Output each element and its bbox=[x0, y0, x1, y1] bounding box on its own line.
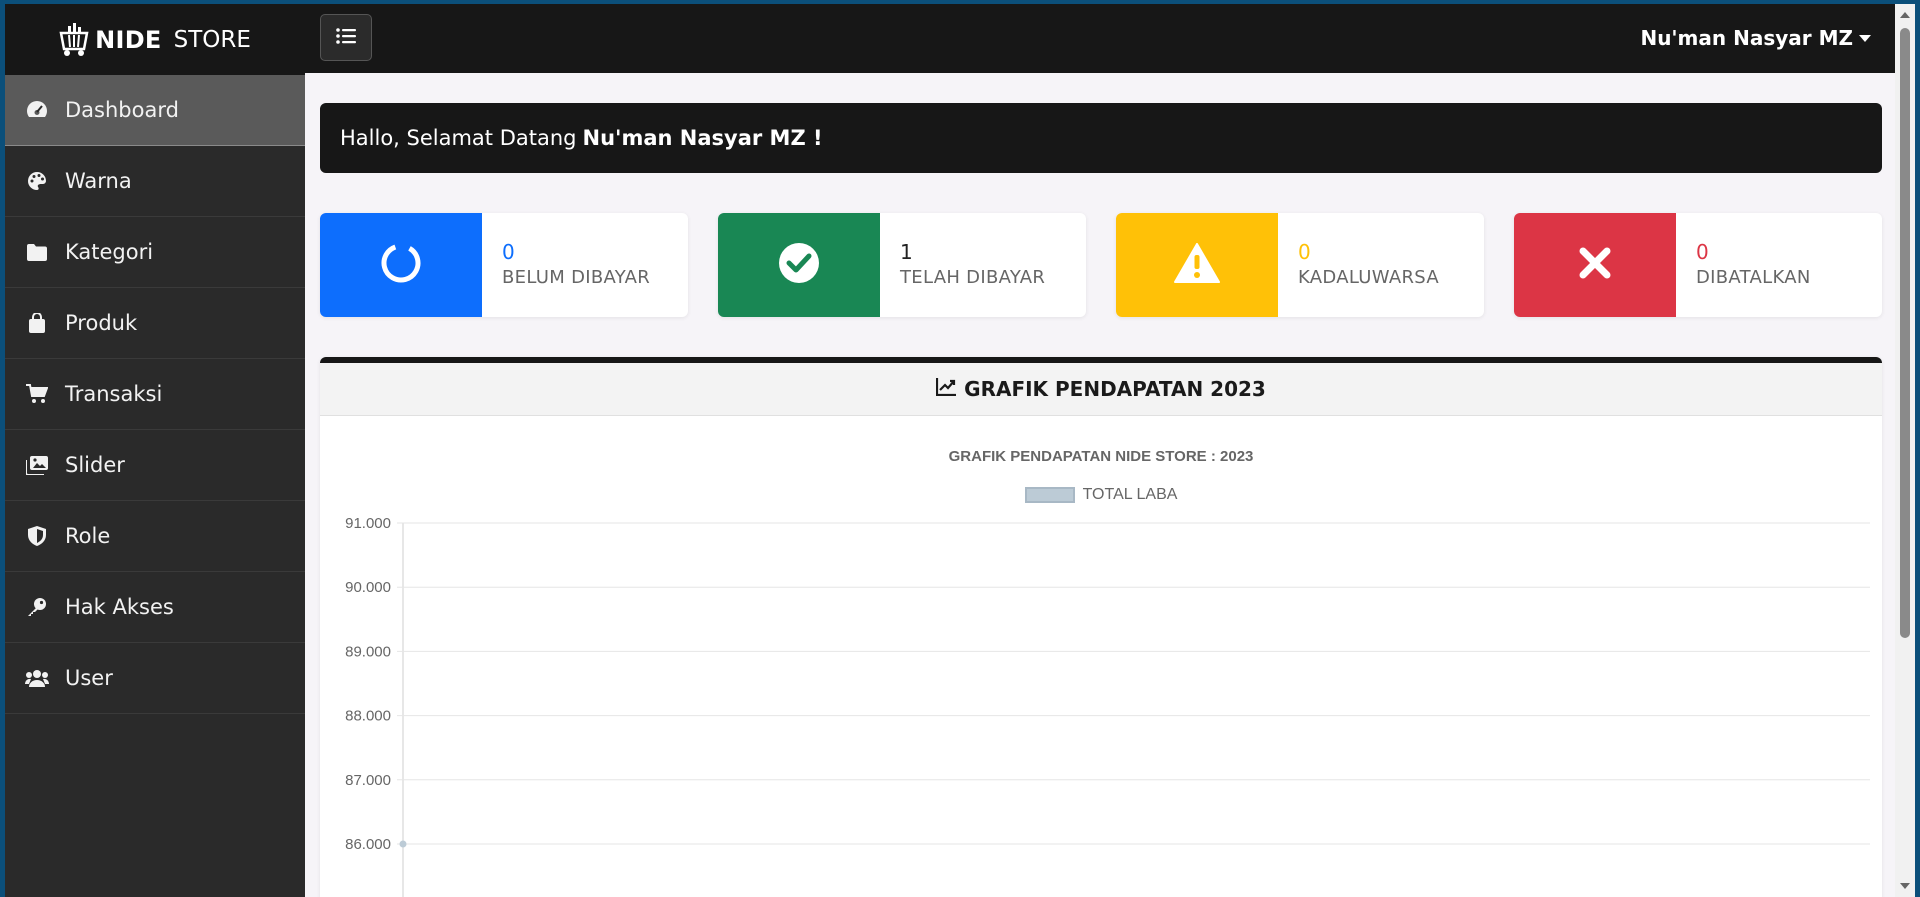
cart-icon bbox=[23, 382, 51, 406]
card-label: DIBATALKAN bbox=[1696, 267, 1811, 288]
brand-name-strong: NIDE bbox=[95, 25, 162, 54]
sidebar-item-label: Transaksi bbox=[65, 382, 163, 406]
user-dropdown[interactable]: Nu'man Nasyar MZ bbox=[1640, 26, 1871, 50]
sidebar-item-label: Hak Akses bbox=[65, 595, 174, 619]
welcome-user-name: Nu'man Nasyar MZ ! bbox=[582, 126, 823, 150]
sidebar-item-hak-akses[interactable]: Hak Akses bbox=[5, 572, 305, 643]
line-chart-icon bbox=[936, 377, 957, 401]
card-label: TELAH DIBAYAR bbox=[900, 267, 1046, 288]
sidebar-toggle-button[interactable] bbox=[320, 14, 372, 61]
scroll-thumb[interactable] bbox=[1900, 28, 1910, 638]
warning-icon bbox=[1174, 243, 1220, 287]
scroll-down-icon[interactable] bbox=[1900, 883, 1910, 889]
sidebar-item-role[interactable]: Role bbox=[5, 501, 305, 572]
panel-header: GRAFIK PENDAPATAN 2023 bbox=[320, 363, 1882, 416]
y-tick-label: 88.000 bbox=[345, 708, 391, 725]
sidebar-item-label: Kategori bbox=[65, 240, 154, 264]
users-icon bbox=[23, 666, 51, 690]
sidebar-item-label: Warna bbox=[65, 169, 132, 193]
scroll-up-icon[interactable] bbox=[1900, 12, 1910, 18]
card-dibatalkan[interactable]: 0 DIBATALKAN bbox=[1514, 213, 1882, 317]
chart-legend[interactable]: TOTAL LABA bbox=[320, 486, 1882, 504]
shield-icon bbox=[23, 524, 51, 548]
card-belum-dibayar[interactable]: 0 BELUM DIBAYAR bbox=[320, 213, 688, 317]
card-icon-box bbox=[718, 213, 880, 317]
basket-logo-icon bbox=[59, 22, 89, 57]
sidebar-item-slider[interactable]: Slider bbox=[5, 430, 305, 501]
income-chart-panel: GRAFIK PENDAPATAN 2023 91.000 90.000 89.00… bbox=[320, 357, 1882, 897]
caret-down-icon bbox=[1859, 34, 1871, 42]
key-icon bbox=[23, 595, 51, 619]
card-count: 1 bbox=[900, 240, 913, 264]
brand-name-light: STORE bbox=[173, 26, 251, 53]
y-tick-label: 89.000 bbox=[345, 643, 391, 660]
chart-area: 91.00090.00089.00088.00087.00086.00085.0… bbox=[320, 416, 1882, 897]
page-scrollbar[interactable] bbox=[1895, 4, 1915, 897]
card-label: KADALUWARSA bbox=[1298, 267, 1439, 288]
sidebar-item-produk[interactable]: Produk bbox=[5, 288, 305, 359]
y-tick-label: 91.000 bbox=[345, 515, 391, 532]
check-circle-icon bbox=[778, 242, 820, 288]
card-count: 0 bbox=[502, 240, 515, 264]
palette-icon bbox=[23, 169, 51, 193]
sidebar-item-label: Slider bbox=[65, 453, 125, 477]
card-icon-box bbox=[320, 213, 482, 317]
spinner-icon bbox=[380, 242, 422, 288]
y-tick-label: 87.000 bbox=[345, 772, 391, 789]
brand-logo[interactable]: NIDE STORE bbox=[5, 4, 305, 75]
user-name: Nu'man Nasyar MZ bbox=[1640, 26, 1853, 50]
sidebar-item-kategori[interactable]: Kategori bbox=[5, 217, 305, 288]
card-label: BELUM DIBAYAR bbox=[502, 267, 651, 288]
folder-icon bbox=[23, 240, 51, 264]
sidebar-item-transaksi[interactable]: Transaksi bbox=[5, 359, 305, 430]
card-count: 0 bbox=[1298, 240, 1311, 264]
times-icon bbox=[1579, 247, 1611, 283]
welcome-banner: Hallo, Selamat Datang Nu'man Nasyar MZ ! bbox=[320, 103, 1882, 173]
card-icon-box bbox=[1514, 213, 1676, 317]
legend-label: TOTAL LABA bbox=[1082, 486, 1178, 503]
list-icon bbox=[336, 27, 356, 48]
sidebar-item-label: Dashboard bbox=[65, 98, 179, 122]
sidebar-item-warna[interactable]: Warna bbox=[5, 146, 305, 217]
images-icon bbox=[23, 453, 51, 477]
status-cards: 0 BELUM DIBAYAR 1 TELAH DIBAYAR 0 KADALU… bbox=[320, 213, 1882, 317]
panel-title: GRAFIK PENDAPATAN 2023 bbox=[964, 377, 1266, 401]
sidebar-item-label: Role bbox=[65, 524, 111, 548]
data-point[interactable] bbox=[399, 840, 407, 848]
sidebar-item-dashboard[interactable]: Dashboard bbox=[5, 75, 305, 146]
sidebar-item-user[interactable]: User bbox=[5, 643, 305, 714]
chart-title: GRAFIK PENDAPATAN NIDE STORE : 2023 bbox=[948, 448, 1254, 465]
topbar: Nu'man Nasyar MZ bbox=[305, 4, 1915, 73]
y-tick-label: 86.000 bbox=[345, 836, 391, 853]
app-window: NIDE STORE Dashboard Warna Kategori Prod… bbox=[5, 4, 1915, 897]
legend-swatch bbox=[1024, 487, 1075, 503]
sidebar-item-label: User bbox=[65, 666, 113, 690]
card-telah-dibayar[interactable]: 1 TELAH DIBAYAR bbox=[718, 213, 1086, 317]
sidebar: NIDE STORE Dashboard Warna Kategori Prod… bbox=[5, 4, 305, 897]
gauge-icon bbox=[23, 98, 51, 122]
card-kadaluwarsa[interactable]: 0 KADALUWARSA bbox=[1116, 213, 1484, 317]
main-content: Hallo, Selamat Datang Nu'man Nasyar MZ !… bbox=[320, 103, 1882, 897]
card-icon-box bbox=[1116, 213, 1278, 317]
shopping-bag-icon bbox=[23, 311, 51, 335]
sidebar-item-label: Produk bbox=[65, 311, 138, 335]
welcome-prefix: Hallo, Selamat Datang bbox=[340, 126, 577, 150]
card-count: 0 bbox=[1696, 240, 1709, 264]
y-tick-label: 90.000 bbox=[345, 579, 391, 596]
sidebar-nav: Dashboard Warna Kategori Produk Transaks… bbox=[5, 75, 305, 714]
